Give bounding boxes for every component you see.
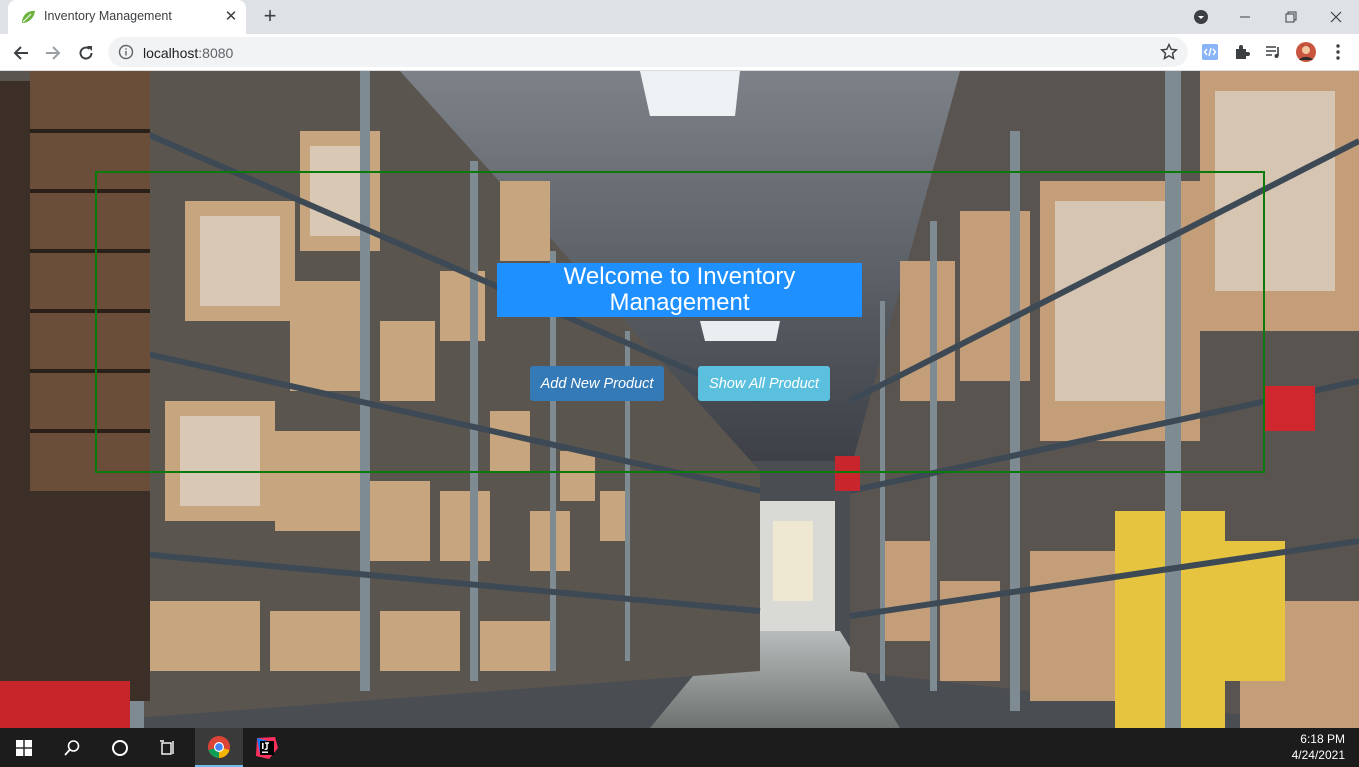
welcome-panel	[95, 171, 1265, 473]
tab-close-button[interactable]: ✕	[222, 8, 240, 26]
chrome-icon	[208, 735, 230, 758]
minimize-icon	[1240, 16, 1250, 18]
taskbar-search-button[interactable]	[48, 728, 96, 767]
show-all-product-button[interactable]: Show All Product	[698, 366, 830, 401]
tab-search-button[interactable]	[1178, 0, 1224, 34]
taskbar-chrome[interactable]	[195, 728, 243, 767]
extension-code-button[interactable]	[1200, 42, 1220, 62]
url-text: localhost:8080	[143, 45, 234, 61]
task-view-icon	[160, 739, 174, 755]
tab-search-icon	[1194, 10, 1208, 24]
cortana-icon	[112, 739, 128, 756]
code-icon	[1202, 44, 1218, 60]
kebab-menu-icon	[1336, 44, 1340, 60]
welcome-title: Welcome to Inventory Management	[497, 263, 862, 317]
windows-taskbar: 6:18 PM 4/24/2021	[0, 728, 1359, 767]
system-clock[interactable]: 6:18 PM 4/24/2021	[1292, 731, 1345, 763]
page-viewport: Welcome to Inventory Management Add New …	[0, 71, 1359, 728]
media-control-button[interactable]	[1263, 42, 1283, 62]
add-new-product-button[interactable]: Add New Product	[530, 366, 664, 401]
back-button[interactable]	[8, 40, 34, 66]
intellij-icon	[256, 736, 278, 759]
extensions-button[interactable]	[1232, 42, 1252, 62]
spring-leaf-icon	[22, 10, 35, 23]
clock-date: 4/24/2021	[1291, 748, 1345, 762]
info-icon[interactable]	[118, 44, 134, 60]
close-window-button[interactable]	[1313, 0, 1359, 34]
reload-button[interactable]	[73, 40, 99, 66]
cortana-button[interactable]	[96, 728, 144, 767]
restore-button[interactable]	[1268, 0, 1314, 34]
clock-time: 6:18 PM	[1300, 732, 1345, 746]
start-button[interactable]	[0, 728, 48, 767]
puzzle-icon	[1236, 45, 1250, 59]
avatar	[1296, 42, 1316, 62]
profile-button[interactable]	[1296, 42, 1316, 62]
task-view-button[interactable]	[144, 728, 192, 767]
reload-icon	[79, 46, 93, 60]
windows-start-icon	[16, 739, 32, 756]
taskbar-intellij[interactable]	[243, 728, 291, 767]
media-queue-icon	[1266, 46, 1279, 58]
forward-button[interactable]	[40, 40, 66, 66]
star-icon[interactable]	[1160, 43, 1178, 61]
address-bar[interactable]: localhost:8080	[108, 37, 1188, 67]
minimize-button[interactable]	[1222, 0, 1268, 34]
tab-strip: Inventory Management ✕ +	[0, 0, 1359, 34]
back-icon	[13, 46, 28, 60]
tab-title: Inventory Management	[44, 9, 172, 23]
browser-toolbar: localhost:8080	[0, 34, 1359, 71]
browser-tab[interactable]: Inventory Management ✕	[8, 0, 246, 34]
new-tab-button[interactable]: +	[258, 5, 282, 28]
close-icon	[1330, 11, 1342, 23]
restore-icon	[1285, 11, 1297, 23]
browser-menu-button[interactable]	[1328, 42, 1348, 62]
forward-icon	[46, 46, 61, 60]
search-icon	[64, 739, 80, 756]
